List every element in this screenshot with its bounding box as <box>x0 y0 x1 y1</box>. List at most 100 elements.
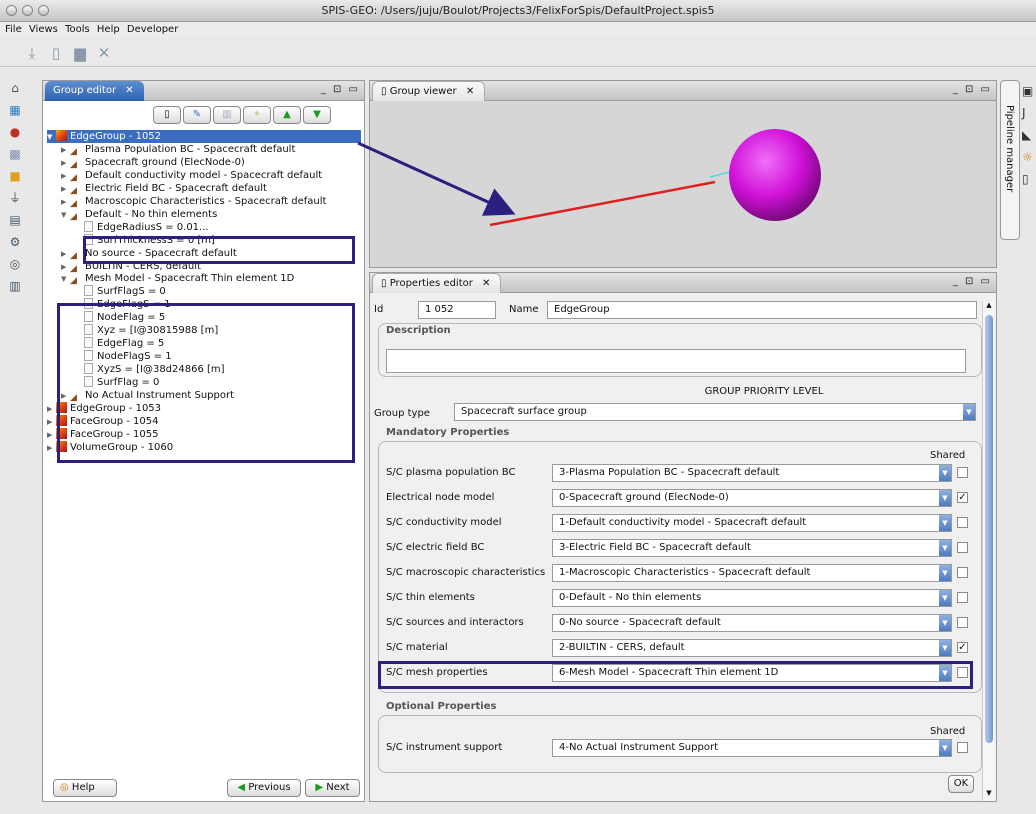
ground-icon[interactable]: ⏚ <box>6 190 24 206</box>
property-select[interactable]: 1-Macroscopic Characteristics - Spacecra… <box>552 564 952 582</box>
id-field[interactable]: 1 052 <box>418 301 496 319</box>
property-select[interactable]: 4-No Actual Instrument Support ▼ <box>552 739 952 757</box>
next-button[interactable]: ▶ Next <box>305 779 360 797</box>
shared-checkbox[interactable] <box>957 542 968 553</box>
dropdown-arrow-icon: ▼ <box>939 490 951 506</box>
tree-model[interactable]: ▶ ◢ Spacecraft ground (ElecNode-0) <box>61 156 245 170</box>
tree-model[interactable]: ▶ ◢ Macroscopic Characteristics - Spacecra… <box>61 195 326 209</box>
group-editor-tab-label: Group editor <box>53 85 117 96</box>
settings-icon[interactable]: ⚙ <box>6 234 24 250</box>
geometry-icon[interactable]: ▦ <box>6 102 24 118</box>
menu-file[interactable]: File <box>5 24 22 35</box>
tree-field[interactable]: SurfFlagS = 0 <box>75 285 166 298</box>
tab-group-editor[interactable]: Group editor ✕ <box>45 81 144 101</box>
new-group-button[interactable]: ▯ <box>153 106 181 124</box>
3d-viewport[interactable] <box>370 102 996 267</box>
shared-checkbox[interactable] <box>957 517 968 528</box>
add-model-button[interactable]: ✦ <box>243 106 271 124</box>
minimize-window-button[interactable] <box>22 5 33 16</box>
zoom-window-button[interactable] <box>38 5 49 16</box>
doc-icon[interactable]: ▯ <box>1022 168 1036 190</box>
menu-help[interactable]: Help <box>97 24 120 35</box>
tab-properties-editor[interactable]: ▯ Properties editor ✕ <box>372 273 502 293</box>
panel-window-controls-icon[interactable]: _ ⊡ ▭ <box>321 84 360 95</box>
shared-checkbox[interactable]: ✓ <box>957 642 968 653</box>
help-button[interactable]: ◎ Help <box>53 779 117 797</box>
menu-developer[interactable]: Developer <box>127 24 178 35</box>
pipeline-icon[interactable]: ▣ <box>1022 80 1036 102</box>
menu-views[interactable]: Views <box>29 24 58 35</box>
tree-model[interactable]: ▼ ◢ Mesh Model - Spacecraft Thin element 1… <box>61 272 294 286</box>
parameters-icon[interactable]: ▤ <box>6 212 24 228</box>
property-value: 3-Plasma Population BC - Spacecraft defa… <box>559 467 780 478</box>
close-tab-icon[interactable]: ✕ <box>125 85 133 96</box>
collapsed-arrow-icon[interactable]: ▶ <box>47 442 56 455</box>
shared-checkbox[interactable] <box>957 467 968 478</box>
save-icon[interactable]: ▆ <box>70 43 90 63</box>
tree-model[interactable]: ▶ ◢ Plasma Population BC - Spacecraft defa… <box>61 143 295 157</box>
description-field[interactable] <box>386 349 966 373</box>
property-value: 4-No Actual Instrument Support <box>559 742 718 753</box>
scrollbar-thumb[interactable] <box>985 315 993 743</box>
property-select[interactable]: 1-Default conductivity model - Spacecraf… <box>552 514 952 532</box>
property-select[interactable]: 3-Plasma Population BC - Spacecraft defa… <box>552 464 952 482</box>
properties-editor-panel: ▯ Properties editor ✕ _ ⊡ ▭ Id 1 052 Nam… <box>369 272 997 802</box>
arrow-icon[interactable]: ◣ <box>1022 124 1036 146</box>
pipeline-manager-tab[interactable]: Pipeline manager <box>1000 80 1020 240</box>
property-select[interactable]: 3-Electric Field BC - Spacecraft default… <box>552 539 952 557</box>
group-type-select[interactable]: Spacecraft surface group ▼ <box>454 403 976 421</box>
scroll-up-icon[interactable]: ▲ <box>983 301 995 313</box>
name-field[interactable]: EdgeGroup <box>547 301 977 319</box>
vertical-scrollbar[interactable]: ▲ ▼ <box>982 301 994 801</box>
delete-group-button[interactable]: ▥ <box>213 106 241 124</box>
output-icon[interactable]: ▥ <box>6 278 24 294</box>
import-icon[interactable]: ⤓ <box>22 43 42 63</box>
mesh-icon[interactable]: ▩ <box>6 146 24 162</box>
close-tab-icon[interactable]: ✕ <box>482 278 490 289</box>
expanded-arrow-icon[interactable]: ▼ <box>47 131 56 144</box>
script-icon[interactable]: J <box>1022 102 1036 124</box>
panel-window-controls-icon[interactable]: _ ⊡ ▭ <box>953 84 992 95</box>
close-window-button[interactable] <box>6 5 17 16</box>
groups-icon[interactable]: ● <box>6 124 24 140</box>
shared-checkbox[interactable] <box>957 592 968 603</box>
property-select[interactable]: 0-No source - Spacecraft default ▼ <box>552 614 952 632</box>
menu-tools[interactable]: Tools <box>65 24 90 35</box>
panel-window-controls-icon[interactable]: _ ⊡ ▭ <box>953 276 992 287</box>
tree-model[interactable]: ▶ ◢ Electric Field BC - Spacecraft default <box>61 182 267 196</box>
scroll-down-icon[interactable]: ▼ <box>983 789 995 801</box>
solver-icon[interactable]: ◎ <box>6 256 24 272</box>
expanded-arrow-icon[interactable]: ▼ <box>61 209 70 222</box>
expanded-arrow-icon[interactable]: ▼ <box>61 273 70 286</box>
property-select[interactable]: 0-Default - No thin elements ▼ <box>552 589 952 607</box>
spacecraft-sphere <box>729 129 821 221</box>
close-icon[interactable]: ✕ <box>94 43 114 63</box>
tree-model[interactable]: ▼ ◢ Default - No thin elements <box>61 208 217 222</box>
shared-checkbox[interactable]: ✓ <box>957 492 968 503</box>
edit-group-button[interactable]: ✎ <box>183 106 211 124</box>
property-value: 3-Electric Field BC - Spacecraft default <box>559 542 751 553</box>
tree-model[interactable]: ▶ ◢ Default conductivity model - Spacecraf… <box>61 169 323 183</box>
move-down-button[interactable]: ▼ <box>303 106 331 124</box>
property-select[interactable]: 0-Spacecraft ground (ElecNode-0) ▼ <box>552 489 952 507</box>
ok-button[interactable]: OK <box>948 775 974 793</box>
previous-button[interactable]: ◀ Previous <box>227 779 301 797</box>
property-label: S/C sources and interactors <box>386 617 524 628</box>
mesh-properties-highlight <box>378 661 973 689</box>
tree-label: Default conductivity model - Spacecraft … <box>85 169 323 181</box>
tree-field[interactable]: EdgeRadiusS = 0.01... <box>75 220 209 234</box>
shared-checkbox[interactable] <box>957 742 968 753</box>
open-icon[interactable]: ▯ <box>46 43 66 63</box>
model-icon[interactable]: ■ <box>6 168 24 184</box>
sun-icon[interactable]: ☼ <box>1022 146 1036 168</box>
shared-checkbox[interactable] <box>957 617 968 628</box>
move-up-button[interactable]: ▲ <box>273 106 301 124</box>
previous-icon: ◀ <box>237 782 246 793</box>
shared-checkbox[interactable] <box>957 567 968 578</box>
close-tab-icon[interactable]: ✕ <box>466 86 474 97</box>
tree-group[interactable]: ▼ EdgeGroup - 1052 <box>47 130 361 143</box>
home-icon[interactable]: ⌂ <box>6 80 24 96</box>
property-select[interactable]: 2-BUILTIN - CERS, default ▼ <box>552 639 952 657</box>
tab-group-viewer[interactable]: ▯ Group viewer ✕ <box>372 81 486 101</box>
tree-label: EdgeGroup - 1052 <box>70 131 162 142</box>
